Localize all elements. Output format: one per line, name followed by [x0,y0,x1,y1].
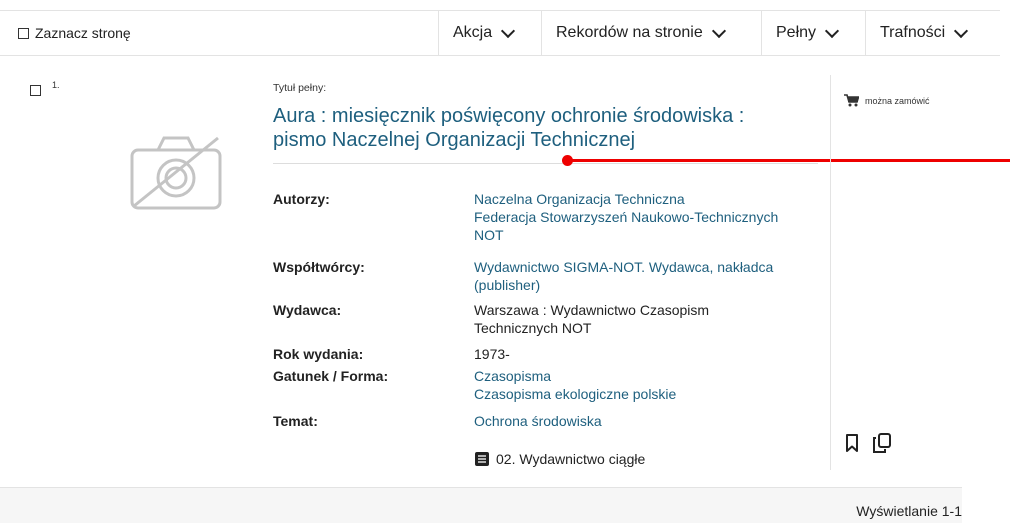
action-dropdown[interactable]: Akcja [438,11,541,55]
annotation-dot [562,155,573,166]
column-divider [830,75,831,470]
record-number: 1. [52,80,60,90]
chevron-down-icon [824,23,840,38]
genre-values: Czasopisma Czasopisma ekologiczne polski… [474,367,819,403]
chevron-down-icon [501,23,516,38]
chevron-down-icon [954,23,969,38]
divider [273,163,818,164]
pagination-footer: Wyświetlanie 1-1 [0,487,962,523]
cart-icon [844,94,859,107]
genre-link[interactable]: Czasopisma ekologiczne polskie [474,385,819,403]
no-cover-camera-icon [128,132,224,212]
publisher-values: Warszawa : Wydawnictwo Czasopism Technic… [474,301,819,337]
checkbox-icon[interactable] [18,27,29,39]
publisher-text: Technicznych NOT [474,320,592,336]
availability-status[interactable]: można zamówić [844,94,930,107]
records-per-page-label: Rekordów na stronie [556,24,703,41]
annotation-line [568,159,1010,162]
select-page-checkbox[interactable]: Zaznacz stronę [18,11,131,55]
record-title-link[interactable]: Aura : miesięcznik poświęcony ochronie ś… [273,104,833,152]
contributor-link[interactable]: Wydawnictwo SIGMA-NOT. Wydawca, nakładca [474,258,819,276]
chevron-down-icon [711,23,726,38]
subject-values: Ochrona środowiska [474,412,819,430]
year-text: 1973- [474,346,510,362]
authors-values: Naczelna Organizacja Techniczna Federacj… [474,190,819,244]
contributors-label: Współtwórcy: [273,259,365,275]
view-dropdown[interactable]: Pełny [761,11,865,55]
results-toolbar: Zaznacz stronę Akcja Rekordów na stronie… [0,10,1000,56]
sort-label: Trafności [880,24,946,41]
subject-link[interactable]: Ochrona środowiska [474,412,819,430]
contributors-values: Wydawnictwo SIGMA-NOT. Wydawca, nakładca… [474,258,819,294]
book-icon [475,452,489,466]
year-label: Rok wydania: [273,346,364,362]
action-label: Akcja [453,24,493,41]
sort-dropdown[interactable]: Trafności [865,11,1000,55]
record-checkbox[interactable] [30,85,41,96]
bookmark-icon[interactable] [845,434,859,457]
publisher-text: Warszawa : Wydawnictwo Czasopism [474,302,710,318]
contributor-link[interactable]: (publisher) [474,276,819,294]
subject-label: Temat: [273,413,318,429]
title-label: Tytuł pełny: [273,82,327,94]
copy-icon[interactable] [873,433,891,458]
results-count: Wyświetlanie 1-1 [856,503,962,519]
genre-link[interactable]: Czasopisma [474,367,819,385]
author-link[interactable]: Naczelna Organizacja Techniczna [474,190,819,208]
availability-text: można zamówić [865,95,930,106]
title-line[interactable]: pismo Naczelnej Organizacji Technicznej [273,128,833,152]
format-text: 02. Wydawnictwo ciągłe [496,451,646,467]
format-info: 02. Wydawnictwo ciągłe [474,451,645,467]
view-label: Pełny [776,24,817,41]
author-link[interactable]: NOT [474,226,819,244]
year-value: 1973- [474,345,819,363]
authors-label: Autorzy: [273,191,330,207]
title-line[interactable]: Aura : miesięcznik poświęcony ochronie ś… [273,104,833,128]
select-page-label: Zaznacz stronę [35,25,131,41]
publisher-label: Wydawca: [273,302,342,318]
genre-label: Gatunek / Forma: [273,368,389,384]
author-link[interactable]: Federacja Stowarzyszeń Naukowo-Techniczn… [474,208,819,226]
records-per-page-dropdown[interactable]: Rekordów na stronie [541,11,761,55]
